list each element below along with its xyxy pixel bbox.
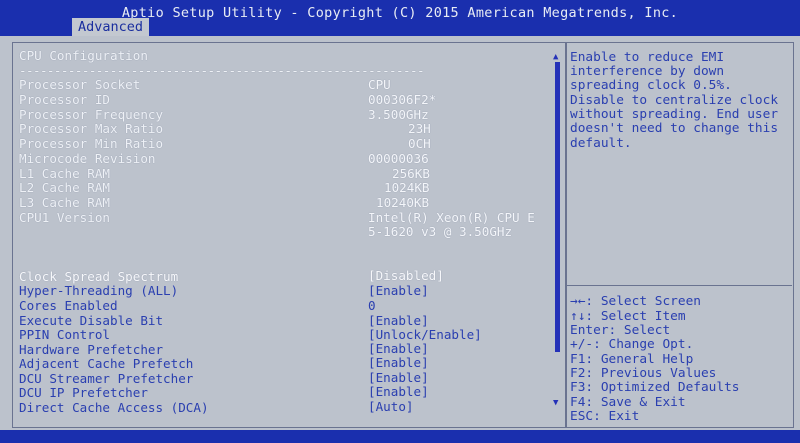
info-label-l3-cache: L3 Cache RAM — [19, 195, 110, 210]
help-line-6: doesn't need to change this — [570, 121, 779, 136]
help-line-7: default. — [570, 136, 632, 151]
scrollbar-thumb[interactable] — [555, 62, 560, 352]
info-label-microcode-revision: Microcode Revision — [19, 151, 156, 166]
info-label-cpu1-version: CPU1 Version — [19, 210, 110, 225]
scroll-down-icon[interactable]: ▼ — [553, 399, 558, 408]
info-value-microcode-revision: 00000036 — [368, 151, 429, 166]
info-label-processor-socket: Processor Socket — [19, 77, 141, 92]
help-line-3: spreading clock 0.5%. — [570, 78, 732, 93]
info-value-l3-cache: 10240KB — [376, 195, 430, 210]
info-value-processor-socket: CPU — [368, 77, 391, 92]
info-value-cpu1-version-line2: 5-1620 v3 @ 3.50GHz — [368, 224, 513, 239]
info-label-processor-max-ratio: Processor Max Ratio — [19, 121, 164, 136]
setting-label-ppin-control[interactable]: PPIN Control — [19, 327, 110, 343]
info-label-l2-cache: L2 Cache RAM — [19, 180, 110, 195]
setting-value-hyper-threading[interactable]: [Enable] — [368, 283, 429, 299]
key-select-screen: →←: Select Screen — [570, 294, 701, 309]
scroll-up-icon[interactable]: ▲ — [553, 53, 558, 62]
setting-label-cores-enabled[interactable]: Cores Enabled — [19, 298, 118, 314]
tab-advanced[interactable]: Advanced — [72, 18, 150, 36]
setting-value-adjacent-cache-prefetch[interactable]: [Enable] — [368, 355, 429, 371]
info-label-processor-min-ratio: Processor Min Ratio — [19, 136, 164, 151]
setting-value-clock-spread-spectrum[interactable]: [Disabled] — [368, 268, 444, 284]
setting-label-direct-cache-access[interactable]: Direct Cache Access (DCA) — [19, 400, 209, 416]
title-bar: Aptio Setup Utility - Copyright (C) 2015… — [0, 0, 800, 36]
setting-value-dcu-ip-prefetcher[interactable]: [Enable] — [368, 384, 429, 400]
key-esc-exit: ESC: Exit — [570, 409, 640, 424]
info-value-processor-id: 000306F2* — [368, 92, 437, 107]
info-value-processor-max-ratio: 23H — [408, 121, 431, 136]
setting-label-adjacent-cache-prefetch[interactable]: Adjacent Cache Prefetch — [19, 356, 193, 372]
setting-value-cores-enabled[interactable]: 0 — [368, 298, 376, 314]
info-value-processor-min-ratio: 0CH — [408, 136, 431, 151]
bios-screen: Aptio Setup Utility - Copyright (C) 2015… — [0, 0, 800, 443]
setting-value-direct-cache-access[interactable]: [Auto] — [368, 399, 414, 415]
info-label-processor-id: Processor ID — [19, 92, 110, 107]
key-change-opt: +/-: Change Opt. — [570, 337, 694, 352]
key-optimized-defaults: F3: Optimized Defaults — [570, 380, 740, 395]
setting-label-hyper-threading[interactable]: Hyper-Threading (ALL) — [19, 283, 178, 299]
bottom-bar — [0, 430, 800, 443]
setting-label-dcu-ip-prefetcher[interactable]: DCU IP Prefetcher — [19, 385, 148, 401]
page-title: CPU Configuration — [19, 48, 148, 63]
info-value-l2-cache: 1024KB — [384, 180, 430, 195]
help-divider — [566, 285, 792, 286]
